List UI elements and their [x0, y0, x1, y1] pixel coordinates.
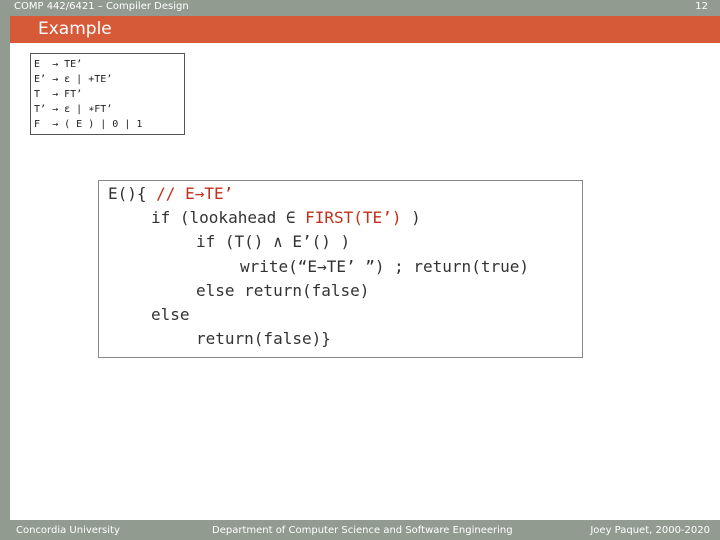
slide-content: E → TE’ E’ → ε | +TE’ T → FT’ T’ → ε | ∗… [10, 43, 720, 520]
grammar-rule: T’ → ε | ∗FT’ [34, 104, 113, 115]
code-line: else return(false) [196, 280, 370, 300]
grammar-rule: T → FT’ [34, 89, 83, 100]
slide-footer: Concordia University Department of Compu… [0, 520, 720, 540]
code-line: if (lookahead ∈ FIRST(TE’) ) [151, 208, 421, 228]
slide-title: Example [38, 19, 112, 39]
code-box: E(){ // E→TE’ if (lookahead ∈ FIRST(TE’)… [98, 180, 583, 358]
code-line: if (T() ∧ E’() ) [196, 232, 351, 252]
footer-author: Joey Paquet, 2000-2020 [590, 525, 710, 536]
grammar-rule: E’ → ε | +TE’ [34, 74, 113, 85]
slide-header: COMP 442/6421 – Compiler Design 12 [0, 0, 720, 16]
course-title: COMP 442/6421 – Compiler Design [14, 1, 189, 12]
title-bar: Example [10, 16, 720, 43]
grammar-box: E → TE’ E’ → ε | +TE’ T → FT’ T’ → ε | ∗… [30, 53, 185, 135]
first-set-call: FIRST(TE’) [305, 208, 412, 228]
footer-department: Department of Computer Science and Softw… [212, 525, 513, 536]
grammar-rule: E → TE’ [34, 59, 83, 70]
footer-university: Concordia University [16, 525, 120, 536]
code-line: return(false)} [196, 329, 331, 349]
code-line: E(){ // E→TE’ [108, 184, 234, 203]
grammar-rule: F → ( E ) | 0 | 1 [34, 119, 143, 130]
code-comment: // E→TE’ [156, 184, 234, 203]
code-line: else [151, 305, 190, 325]
code-line: write(“E→TE’ ”) ; return(true) [240, 256, 529, 276]
slide-number: 12 [695, 1, 708, 12]
